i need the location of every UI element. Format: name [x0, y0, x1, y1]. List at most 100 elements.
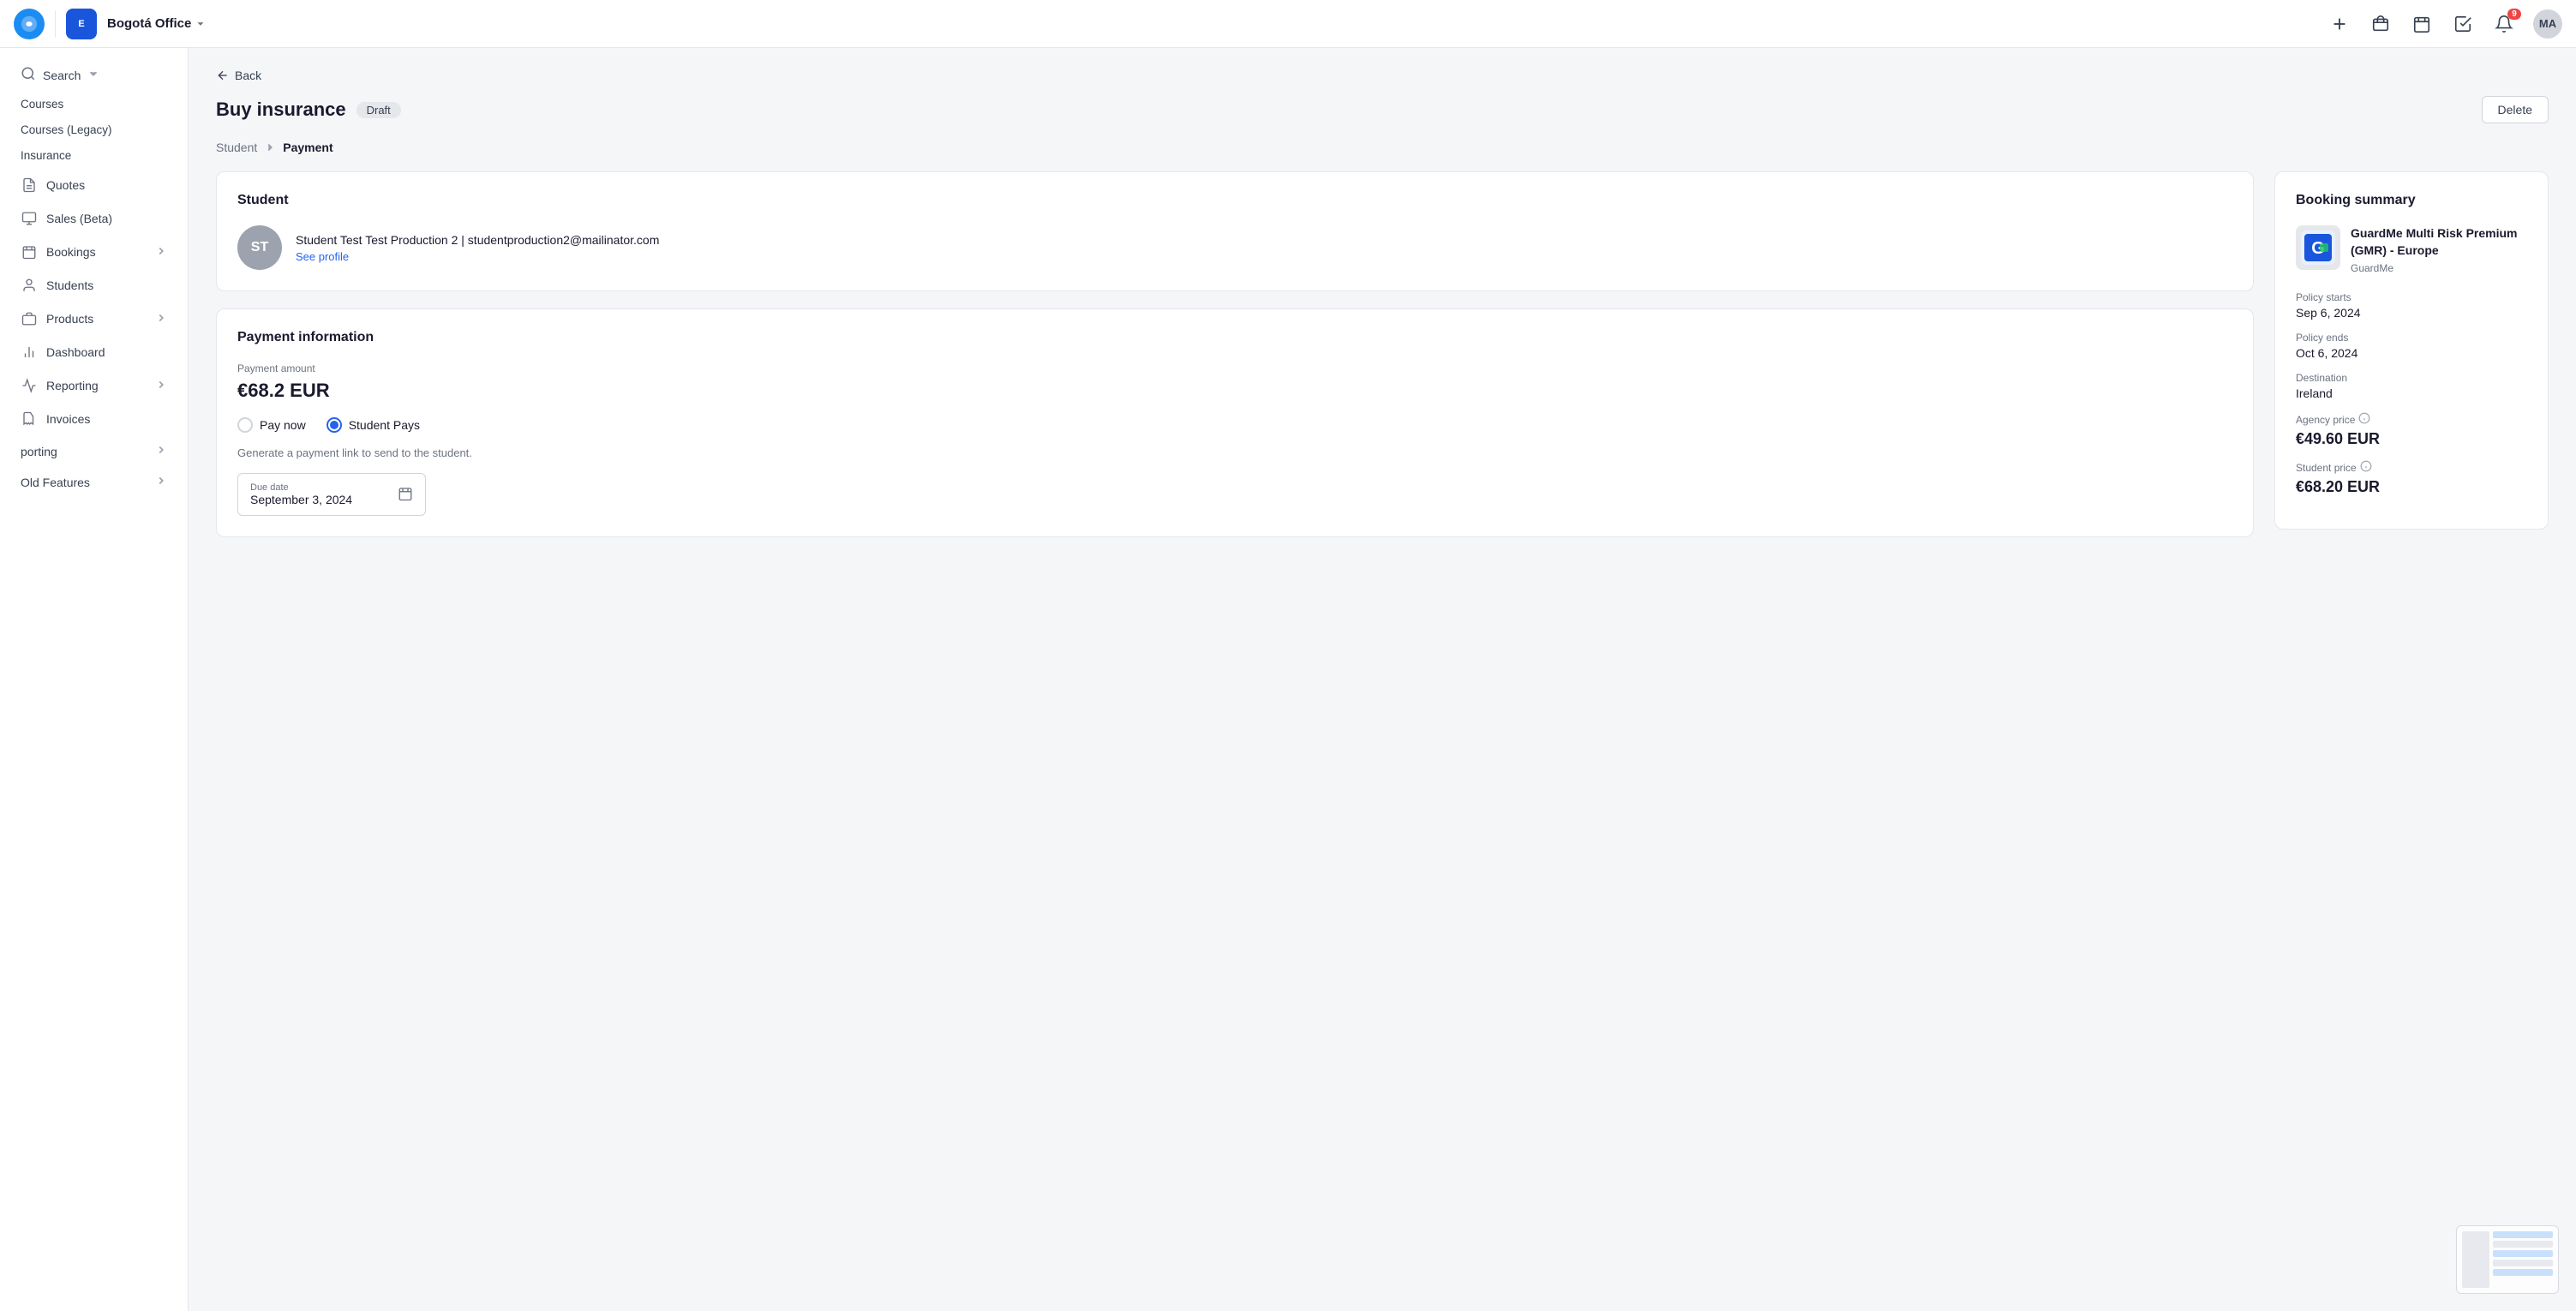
notifications-icon[interactable]: 9 — [2492, 12, 2516, 36]
student-avatar: ST — [237, 225, 282, 270]
office-name: Bogotá Office — [107, 16, 191, 31]
sidebar-item-dashboard[interactable]: Dashboard — [7, 336, 181, 368]
porting-chevron — [155, 444, 167, 458]
product-row: G GuardMe Multi Risk Premium (GMR) - Eur… — [2296, 225, 2527, 274]
students-icon — [21, 277, 38, 294]
sales-icon — [21, 210, 38, 227]
topbar-actions: 9 MA — [2327, 9, 2562, 39]
porting-label: porting — [21, 445, 147, 458]
sidebar-item-sales-beta[interactable]: Sales (Beta) — [7, 202, 181, 235]
student-card-title: Student — [237, 193, 2232, 208]
sidebar-item-quotes[interactable]: Quotes — [7, 169, 181, 201]
agency-price-label: Agency price — [2296, 414, 2355, 426]
sidebar-item-reporting[interactable]: Reporting — [7, 369, 181, 402]
topbar-divider — [55, 10, 56, 38]
student-pays-option[interactable]: Student Pays — [326, 417, 420, 433]
calendar-icon[interactable] — [2410, 12, 2434, 36]
user-avatar[interactable]: MA — [2533, 9, 2562, 39]
sidebar-item-porting[interactable]: porting — [7, 436, 181, 466]
delete-button[interactable]: Delete — [2482, 96, 2549, 123]
page-title: Buy insurance — [216, 99, 346, 121]
payment-amount-label: Payment amount — [237, 362, 2232, 374]
dashboard-label: Dashboard — [46, 345, 167, 359]
back-button[interactable]: Back — [216, 69, 2549, 82]
old-features-label: Old Features — [21, 476, 147, 489]
student-card: Student ST Student Test Test Production … — [216, 171, 2254, 291]
due-date-label: Due date — [250, 482, 352, 493]
agency-price-value: €49.60 EUR — [2296, 430, 2527, 448]
sidebar-item-search[interactable]: Search — [7, 59, 181, 91]
student-price-value: €68.20 EUR — [2296, 478, 2527, 496]
radio-selected-indicator — [330, 421, 338, 429]
product-provider: GuardMe — [2351, 262, 2527, 274]
student-pays-radio[interactable] — [326, 417, 342, 433]
search-label: Search — [43, 69, 81, 82]
pay-now-radio[interactable] — [237, 417, 253, 433]
quotes-label: Quotes — [46, 178, 167, 192]
sidebar-item-bookings[interactable]: Bookings — [7, 236, 181, 268]
payment-amount-value: €68.2 EUR — [237, 380, 2232, 402]
agency-price-label-row: Agency price — [2296, 412, 2527, 427]
due-date-content: Due date September 3, 2024 — [250, 482, 352, 506]
sales-label: Sales (Beta) — [46, 212, 167, 225]
students-label: Students — [46, 278, 167, 292]
pay-now-label: Pay now — [260, 418, 306, 432]
student-price-info-icon — [2360, 460, 2372, 475]
add-button[interactable] — [2327, 12, 2351, 36]
two-column-layout: Student ST Student Test Test Production … — [216, 171, 2549, 537]
search-icon — [21, 66, 36, 84]
topbar: E Bogotá Office 9 MA — [0, 0, 2576, 48]
sidebar-item-courses-legacy[interactable]: Courses (Legacy) — [7, 117, 181, 142]
inbox-icon[interactable] — [2369, 12, 2393, 36]
due-date-value: September 3, 2024 — [250, 493, 352, 506]
student-price-label-row: Student price — [2296, 460, 2527, 475]
breadcrumb-payment: Payment — [283, 141, 332, 154]
back-label: Back — [235, 69, 261, 82]
agency-price-row: Agency price €49.60 EUR — [2296, 412, 2527, 448]
main-content: Back Buy insurance Draft Delete Student … — [189, 48, 2576, 1311]
reporting-icon — [21, 377, 38, 394]
sidebar-item-invoices[interactable]: Invoices — [7, 403, 181, 435]
due-date-field[interactable]: Due date September 3, 2024 — [237, 473, 426, 516]
payment-card-title: Payment information — [237, 330, 2232, 345]
products-chevron — [155, 312, 167, 326]
quotes-icon — [21, 177, 38, 194]
reporting-label: Reporting — [46, 379, 147, 392]
bookings-chevron — [155, 245, 167, 260]
dashboard-icon — [21, 344, 38, 361]
breadcrumb: Student Payment — [216, 141, 2549, 154]
sidebar-item-old-features[interactable]: Old Features — [7, 467, 181, 497]
pay-now-option[interactable]: Pay now — [237, 417, 306, 433]
booking-summary-card: Booking summary G — [2274, 171, 2549, 530]
sidebar-item-students[interactable]: Students — [7, 269, 181, 302]
policy-ends-value: Oct 6, 2024 — [2296, 346, 2527, 360]
see-profile-link[interactable]: See profile — [296, 250, 659, 263]
destination-value: Ireland — [2296, 386, 2527, 400]
payment-card: Payment information Payment amount €68.2… — [216, 308, 2254, 537]
sidebar-item-products[interactable]: Products — [7, 302, 181, 335]
payment-hint: Generate a payment link to send to the s… — [237, 446, 2232, 459]
edvisor-logo[interactable] — [14, 9, 45, 39]
student-name: Student Test Test Production 2 | student… — [296, 233, 659, 247]
products-label: Products — [46, 312, 147, 326]
search-chevron — [87, 68, 99, 82]
student-pays-label: Student Pays — [349, 418, 420, 432]
policy-ends-label: Policy ends — [2296, 332, 2527, 344]
product-info: GuardMe Multi Risk Premium (GMR) - Europ… — [2351, 225, 2527, 274]
student-price-row: Student price €68.20 EUR — [2296, 460, 2527, 496]
corner-thumbnail — [2456, 1225, 2559, 1294]
student-price-label: Student price — [2296, 462, 2357, 474]
sidebar-item-insurance[interactable]: Insurance — [7, 143, 181, 168]
calendar-picker-icon[interactable] — [398, 486, 413, 504]
tasks-icon[interactable] — [2451, 12, 2475, 36]
product-logo: G — [2296, 225, 2340, 270]
reporting-chevron — [155, 379, 167, 393]
policy-starts-row: Policy starts Sep 6, 2024 — [2296, 291, 2527, 320]
bookings-label: Bookings — [46, 245, 147, 259]
main-column: Student ST Student Test Test Production … — [216, 171, 2254, 537]
invoices-icon — [21, 410, 38, 428]
breadcrumb-student[interactable]: Student — [216, 141, 257, 154]
sidebar-item-courses[interactable]: Courses — [7, 92, 181, 117]
payment-method-group: Pay now Student Pays — [237, 417, 2232, 433]
office-selector[interactable]: Bogotá Office — [107, 16, 207, 31]
